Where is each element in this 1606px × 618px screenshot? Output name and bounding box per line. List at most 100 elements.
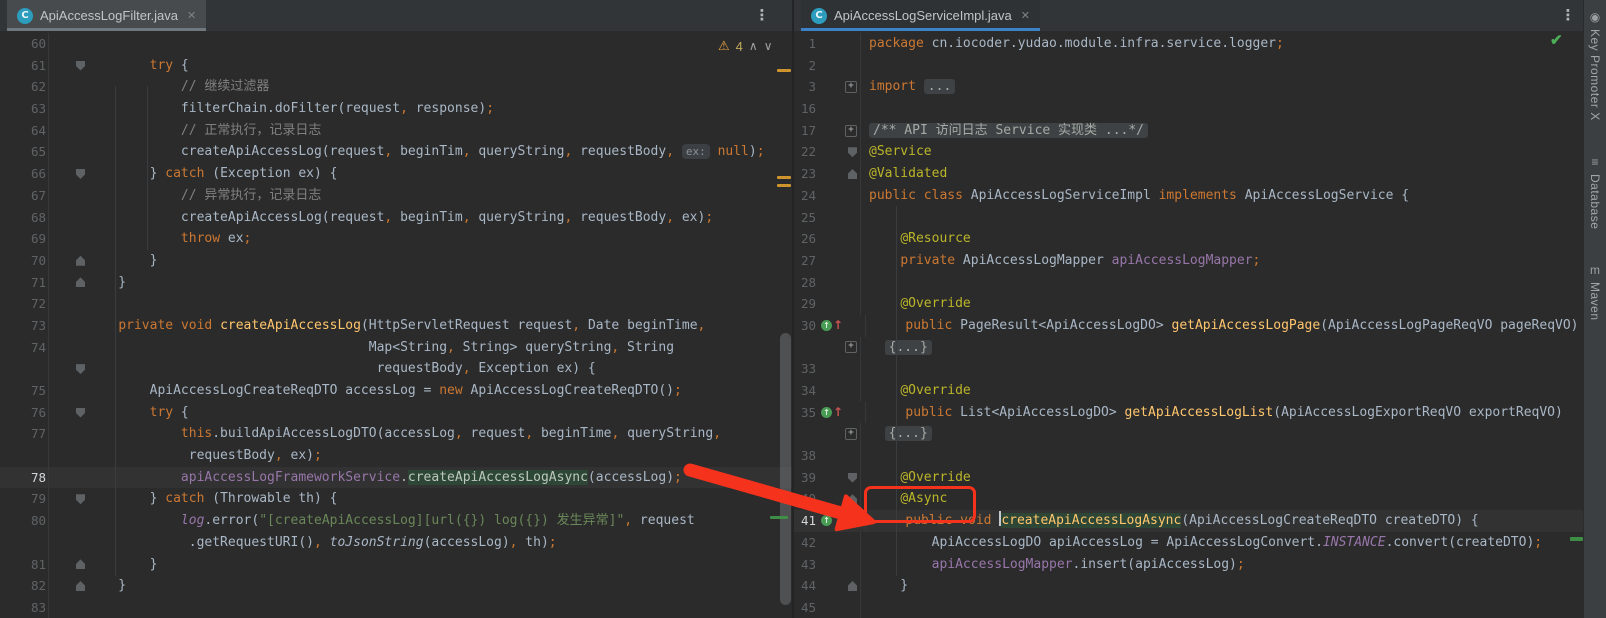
code-line-80[interactable]: 80 log.error("[createApiAccessLog][url({… [0, 510, 792, 532]
fold-marker-icon[interactable] [838, 467, 861, 489]
code-line-24[interactable]: 24public class ApiAccessLogServiceImpl i… [794, 185, 1585, 207]
next-warning-icon[interactable]: ∨ [764, 39, 773, 53]
fold-marker-icon[interactable] [49, 250, 87, 272]
code-line-64[interactable]: 64 // 正常执行，记录日志 [0, 120, 792, 142]
code-line-75[interactable]: 75 ApiAccessLogCreateReqDTO accessLog = … [0, 380, 792, 402]
override-method-icon[interactable]: ↑↑ [820, 315, 843, 337]
tab-close-icon[interactable]: ✕ [1021, 9, 1030, 22]
code-line-28[interactable]: 28 [794, 272, 1585, 294]
code-line-68[interactable]: 68 createApiAccessLog(request, beginTim,… [0, 207, 792, 229]
code-line-42[interactable]: 42 ApiAccessLogDO apiAccessLog = ApiAcce… [794, 532, 1585, 554]
fold-marker-icon[interactable] [49, 402, 87, 424]
fold-marker-icon[interactable] [838, 163, 861, 185]
code-line-77[interactable]: 77 this.buildApiAccessLogDTO(accessLog, … [0, 423, 792, 445]
tab-apiaccesslogserviceimpl[interactable]: C ApiAccessLogServiceImpl.java ✕ [801, 0, 1040, 31]
fold-marker-icon[interactable] [49, 575, 87, 597]
code-line-43[interactable]: 43 apiAccessLogMapper.insert(apiAccessLo… [794, 554, 1585, 576]
fold-marker-icon[interactable]: + [838, 76, 861, 98]
override-method-icon[interactable]: ↑↑ [820, 402, 843, 424]
code-line-30[interactable]: 30↑↑ public PageResult<ApiAccessLogDO> g… [794, 315, 1585, 337]
fold-marker-icon[interactable] [838, 575, 861, 597]
fold-marker-icon[interactable] [838, 141, 861, 163]
usage-stripe-mark[interactable] [770, 516, 788, 519]
code-line-70[interactable]: 70 } [0, 250, 792, 272]
warning-stripe-mark[interactable] [777, 69, 791, 72]
tab-close-icon[interactable]: ✕ [187, 9, 196, 22]
code-line-44[interactable]: 44 } [794, 575, 1585, 597]
code-line-60[interactable]: 60 [0, 33, 792, 55]
code-editor-left[interactable]: 6061 try {62 // 继续过滤器63 filterChain.doFi… [0, 31, 792, 618]
scrollbar-thumb[interactable] [780, 333, 791, 605]
code-line-72[interactable]: 72 [0, 293, 792, 315]
code-line-82[interactable]: 82 } [0, 575, 792, 597]
code-line-23[interactable]: 23@Validated [794, 163, 1585, 185]
editor-options-menu-icon[interactable]: ⋮ [1560, 4, 1576, 26]
code-line-26[interactable]: 26 @Resource [794, 228, 1585, 250]
toolwindow-database[interactable]: ≡ Database [1588, 155, 1602, 229]
code-line-66[interactable]: 66 } catch (Exception ex) { [0, 163, 792, 185]
code-line-63[interactable]: 63 filterChain.doFilter(request, respons… [0, 98, 792, 120]
code-line-73[interactable]: 73 private void createApiAccessLog(HttpS… [0, 315, 792, 337]
fold-marker-icon[interactable] [49, 272, 87, 294]
editor-options-menu-icon[interactable]: ⋮ [754, 4, 770, 26]
code-line-62[interactable]: 62 // 继续过滤器 [0, 76, 792, 98]
code-line-69[interactable]: 69 throw ex; [0, 228, 792, 250]
toolwindow-maven[interactable]: m Maven [1588, 263, 1602, 321]
fold-marker-icon[interactable] [49, 554, 87, 576]
code-line-33[interactable]: 33 [794, 358, 1585, 380]
code-line-16[interactable]: 16 [794, 98, 1585, 120]
inspections-ok-icon[interactable]: ✔ [1550, 31, 1563, 49]
code-line-35[interactable]: 35↑↑ public List<ApiAccessLogDO> getApiA… [794, 402, 1585, 424]
fold-marker-icon[interactable] [49, 55, 87, 77]
code-line-wrap[interactable]: + {...} [794, 337, 1585, 359]
code-line-65[interactable]: 65 createApiAccessLog(request, beginTim,… [0, 141, 792, 163]
code-line-61[interactable]: 61 try { [0, 55, 792, 77]
code-text: package cn.iocoder.yudao.module.infra.se… [861, 33, 1585, 55]
code-line-78[interactable]: 78 apiAccessLogFrameworkService.createAp… [0, 467, 792, 489]
fold-gutter [49, 33, 87, 55]
warning-stripe-mark[interactable] [777, 184, 791, 187]
code-line-wrap[interactable]: requestBody, ex); [0, 445, 792, 467]
code-line-2[interactable]: 2 [794, 55, 1585, 77]
fold-marker-icon[interactable]: + [838, 120, 861, 142]
code-line-wrap[interactable]: .getRequestURI(), toJsonString(accessLog… [0, 532, 792, 554]
fold-marker-icon[interactable] [838, 488, 861, 510]
inspections-widget[interactable]: ⚠ 4 ∧ ∨ [718, 38, 772, 54]
override-method-icon[interactable]: ↑↑ [820, 510, 843, 532]
code-text: createApiAccessLog(request, beginTim, qu… [87, 207, 792, 229]
code-line-76[interactable]: 76 try { [0, 402, 792, 424]
fold-marker-icon[interactable] [49, 358, 87, 380]
code-text: createApiAccessLog(request, beginTim, qu… [87, 141, 792, 163]
code-text: // 异常执行，记录日志 [87, 185, 792, 207]
tab-apiaccesslogfilter[interactable]: C ApiAccessLogFilter.java ✕ [7, 0, 206, 31]
code-line-83[interactable]: 83 [0, 597, 792, 618]
code-line-3[interactable]: 3+import ... [794, 76, 1585, 98]
code-line-79[interactable]: 79 } catch (Throwable th) { [0, 488, 792, 510]
code-line-67[interactable]: 67 // 异常执行，记录日志 [0, 185, 792, 207]
usage-stripe-mark[interactable] [1570, 537, 1583, 541]
code-line-wrap[interactable]: requestBody, Exception ex) { [0, 358, 792, 380]
code-line-1[interactable]: 1package cn.iocoder.yudao.module.infra.s… [794, 33, 1585, 55]
fold-marker-icon[interactable]: + [838, 423, 861, 445]
fold-marker-icon[interactable] [49, 488, 87, 510]
code-line-27[interactable]: 27 private ApiAccessLogMapper apiAccessL… [794, 250, 1585, 272]
toolwindow-key-promoter-x[interactable]: ◉ Key Promoter X [1588, 10, 1602, 121]
fold-gutter [838, 33, 861, 55]
code-line-34[interactable]: 34 @Override [794, 380, 1585, 402]
fold-marker-icon[interactable]: + [838, 337, 861, 359]
warning-stripe-mark[interactable] [777, 176, 791, 179]
code-line-81[interactable]: 81 } [0, 554, 792, 576]
code-line-38[interactable]: 38 [794, 445, 1585, 467]
code-line-25[interactable]: 25 [794, 207, 1585, 229]
code-line-17[interactable]: 17+/** API 访问日志 Service 实现类 ...*/ [794, 120, 1585, 142]
fold-marker-icon[interactable] [49, 163, 87, 185]
code-line-71[interactable]: 71 } [0, 272, 792, 294]
java-class-icon: C [811, 8, 827, 24]
code-editor-right[interactable]: 1package cn.iocoder.yudao.module.infra.s… [794, 31, 1585, 618]
code-line-29[interactable]: 29 @Override [794, 293, 1585, 315]
code-line-22[interactable]: 22@Service [794, 141, 1585, 163]
prev-warning-icon[interactable]: ∧ [749, 39, 758, 53]
code-line-45[interactable]: 45 [794, 597, 1585, 618]
code-line-74[interactable]: 74 Map<String, String> queryString, Stri… [0, 337, 792, 359]
code-line-wrap[interactable]: + {...} [794, 423, 1585, 445]
